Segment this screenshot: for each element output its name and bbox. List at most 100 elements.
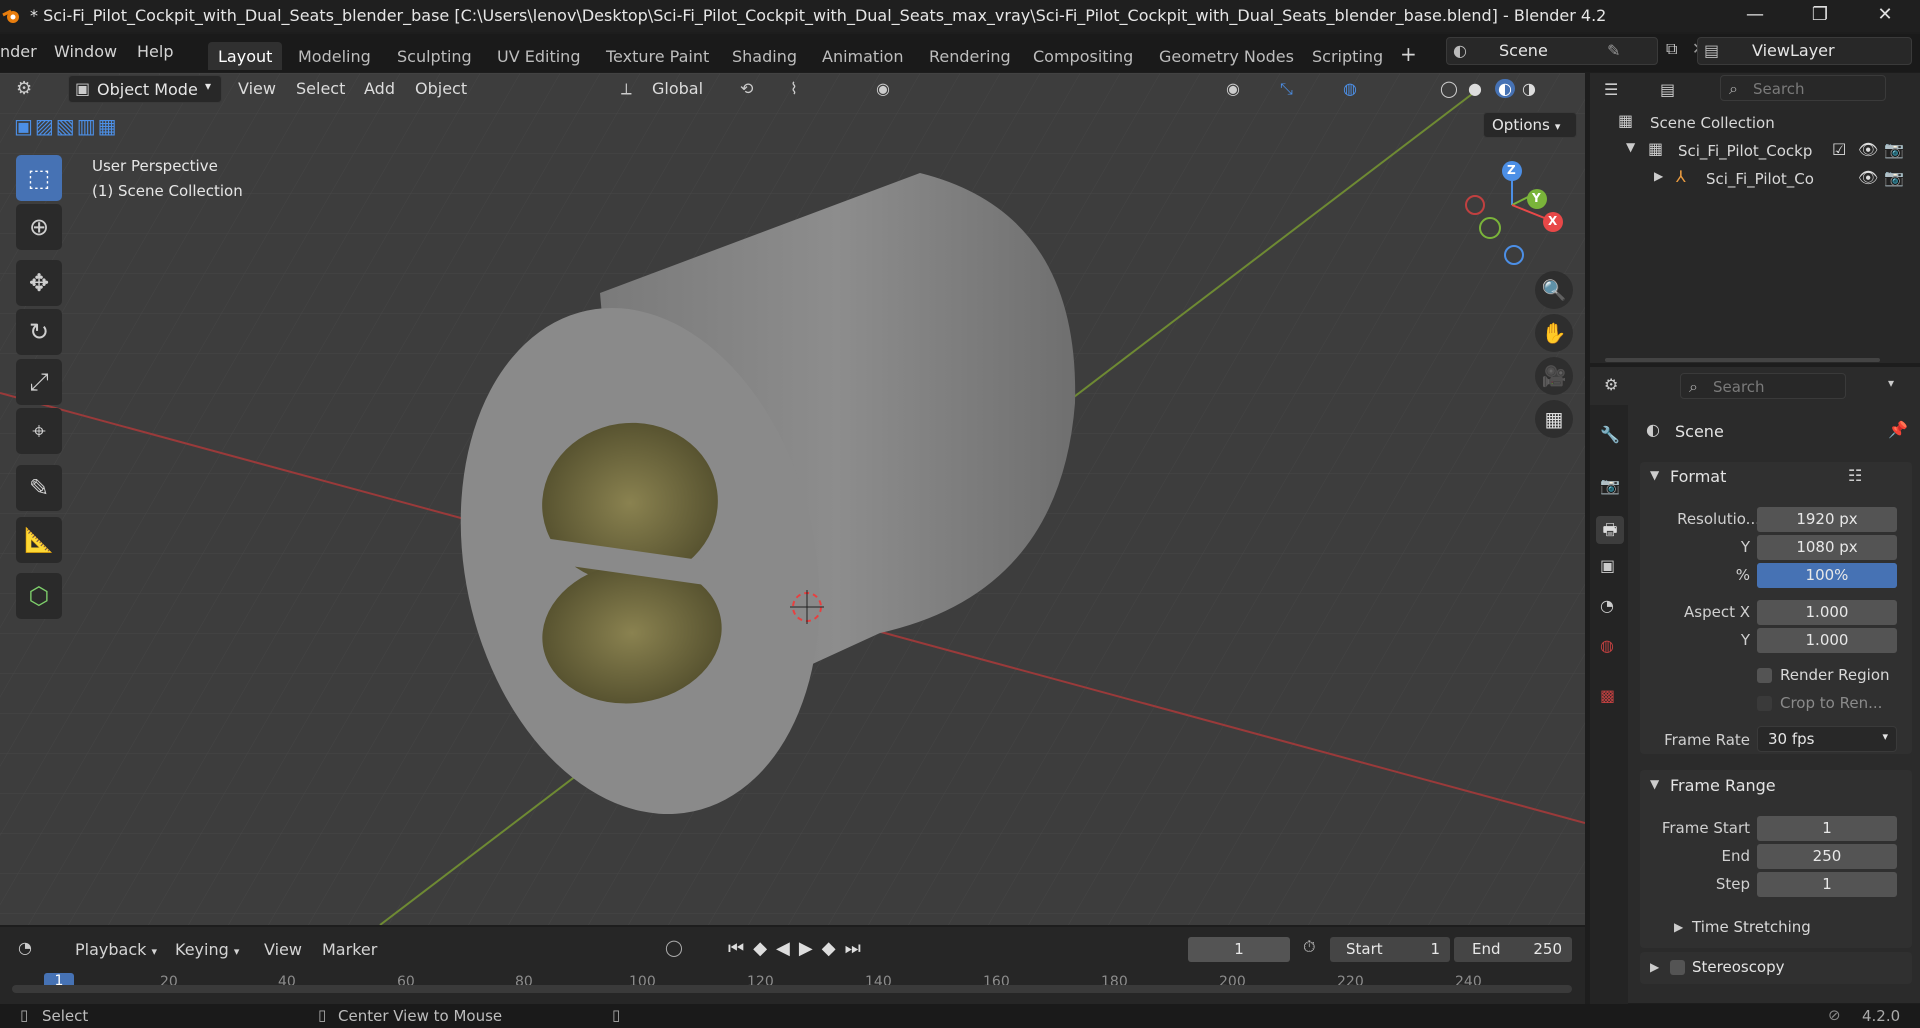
tool-tab-icon[interactable]: 🔧 [1600,425,1620,444]
properties-editor-icon[interactable]: ⚙ [1604,375,1618,394]
add-menu[interactable]: Add [364,79,395,98]
scene-tab-icon[interactable]: ◔ [1600,596,1614,615]
output-tab-icon[interactable]: 🖶 [1596,516,1624,544]
annotate-tool[interactable]: ✎ [16,465,62,511]
overlay-toggle-icon[interactable]: ◍ [1343,79,1357,98]
end-frame-field[interactable]: End 250 [1454,937,1572,962]
frame-start-field[interactable]: 1 [1757,816,1897,841]
tab-rendering[interactable]: Rendering [919,42,1021,70]
move-tool[interactable]: ✥ [16,260,62,306]
frame-range-panel-header[interactable]: Frame Range [1670,776,1776,795]
menu-help[interactable]: Help [137,42,173,61]
texture-tab-icon[interactable]: ▩ [1600,686,1615,705]
presets-icon[interactable]: ☷ [1848,466,1862,485]
checkbox-icon[interactable]: ☑ [1832,140,1846,159]
frame-step-field[interactable]: 1 [1757,872,1897,897]
tab-modeling[interactable]: Modeling [288,42,381,70]
select-mode-icons[interactable]: ▣▨▧▥▦ [14,114,118,138]
chevron-right-icon[interactable]: ▶ [1650,960,1659,974]
stopwatch-icon[interactable]: ⏱ [1303,937,1315,957]
gizmo-x-label[interactable]: X [1548,214,1557,228]
visibility-icon[interactable]: ◉ [1226,79,1240,98]
aspect-y-field[interactable]: 1.000 [1757,628,1897,653]
proportional-edit-icon[interactable]: ◉ [876,79,890,98]
ortho-grid-icon[interactable]: ▦ [1535,400,1573,438]
tab-shading[interactable]: Shading [722,42,807,70]
frame-end-field[interactable]: 250 [1757,844,1897,869]
measure-tool[interactable]: 📐 [16,517,62,563]
display-mode-icon[interactable]: ▤ [1660,80,1675,99]
editor-type-icon[interactable]: ⚙ [16,78,32,99]
timeline-editor-type-icon[interactable]: ◔ [18,938,32,957]
gizmo-toggle-icon[interactable]: ⤡ [1280,79,1293,99]
material-shading-icon[interactable]: ◐ [1495,79,1515,98]
scale-tool[interactable]: ⤢ [16,359,62,405]
stereoscopy-header[interactable]: Stereoscopy [1692,958,1785,976]
rendered-shading-icon[interactable]: ◑ [1522,79,1536,98]
eye-icon[interactable]: 👁 [1858,168,1878,187]
chevron-right-icon[interactable]: ▶ [1674,920,1683,934]
tab-layout[interactable]: Layout [208,42,283,70]
transform-tool[interactable]: ⌖ [16,408,62,454]
stereoscopy-checkbox[interactable] [1670,960,1685,975]
menu-render[interactable]: nder [0,42,37,61]
timeline-scrollbar[interactable] [12,985,1572,993]
properties-search-input[interactable]: ⌕ Search [1680,373,1846,399]
playback-controls-icons[interactable]: ⏮◆◀▶◆⏭ [728,938,870,959]
pan-hand-icon[interactable]: ✋ [1535,314,1573,352]
camera-icon[interactable]: 📷 [1884,168,1904,187]
orientation-dropdown[interactable]: Global [652,79,703,98]
crop-checkbox[interactable] [1757,696,1772,711]
solid-shading-icon[interactable]: ● [1468,79,1482,98]
chevron-right-icon[interactable]: ▶ [1654,169,1663,183]
keying-menu[interactable]: Keying ▾ [175,940,239,959]
view-layer-tab-icon[interactable]: ▣ [1600,556,1615,575]
outliner-search-input[interactable]: ⌕ Search [1720,75,1886,101]
frame-rate-dropdown[interactable]: 30 fps ▾ [1757,726,1897,752]
maximize-button[interactable]: ❐ [1800,4,1840,28]
outliner-object[interactable]: Sci_Fi_Pilot_Co [1706,170,1814,188]
outliner-scrollbar[interactable] [1605,358,1880,362]
tab-scripting[interactable]: Scripting [1302,42,1393,70]
cursor-tool[interactable]: ⊕ [16,204,62,250]
aspect-x-field[interactable]: 1.000 [1757,600,1897,625]
auto-keying-icon[interactable]: ◯ [665,938,683,957]
tab-geometry-nodes[interactable]: Geometry Nodes [1149,42,1304,70]
outliner-editor-icon[interactable]: ☰ [1604,80,1618,99]
resolution-percent-field[interactable]: 100% [1757,563,1897,588]
view-menu[interactable]: View [238,79,276,98]
new-scene-icon[interactable]: ⧉ [1666,39,1677,59]
object-menu[interactable]: Object [415,79,467,98]
timeline-view-menu[interactable]: View [264,940,302,959]
tab-animation[interactable]: Animation [812,42,914,70]
playback-menu[interactable]: Playback ▾ [75,940,157,959]
3d-viewport[interactable] [0,73,1585,925]
minimize-button[interactable]: — [1735,4,1775,28]
current-frame-field[interactable]: 1 [1188,937,1290,962]
render-tab-icon[interactable]: 📷 [1600,476,1620,495]
object-mode-dropdown[interactable]: ▣ Object Mode ▾ [68,75,222,103]
format-panel-header[interactable]: Format [1670,467,1726,486]
start-frame-field[interactable]: Start 1 [1330,937,1450,962]
world-tab-icon[interactable]: ◍ [1600,636,1614,655]
eye-icon[interactable]: 👁 [1858,140,1878,159]
render-region-checkbox[interactable] [1757,668,1772,683]
chevron-down-icon[interactable]: ▼ [1626,140,1635,154]
time-stretching-header[interactable]: Time Stretching [1692,918,1811,936]
select-menu[interactable]: Select [296,79,345,98]
menu-window[interactable]: Window [54,42,117,61]
camera-icon[interactable]: 📷 [1884,140,1904,159]
outliner-root[interactable]: Scene Collection [1650,114,1775,132]
rotate-tool[interactable]: ↻ [16,309,62,355]
camera-view-icon[interactable]: 🎥 [1535,357,1573,395]
gizmo-y-label[interactable]: Y [1532,191,1541,205]
zoom-icon[interactable]: 🔍 [1535,271,1573,309]
tab-uv-editing[interactable]: UV Editing [487,42,590,70]
viewlayer-selector[interactable]: ▤ ViewLayer [1697,37,1912,65]
scene-selector[interactable]: ◐ Scene ✎ [1446,37,1658,65]
add-cube-tool[interactable]: ⬡ [16,573,62,619]
snap-icon[interactable]: ⌇ [790,79,798,98]
pivot-icon[interactable]: ⟲ [740,79,753,98]
options-dropdown[interactable]: Options ▾ [1483,112,1577,138]
wireframe-shading-icon[interactable]: ◯ [1440,79,1458,98]
